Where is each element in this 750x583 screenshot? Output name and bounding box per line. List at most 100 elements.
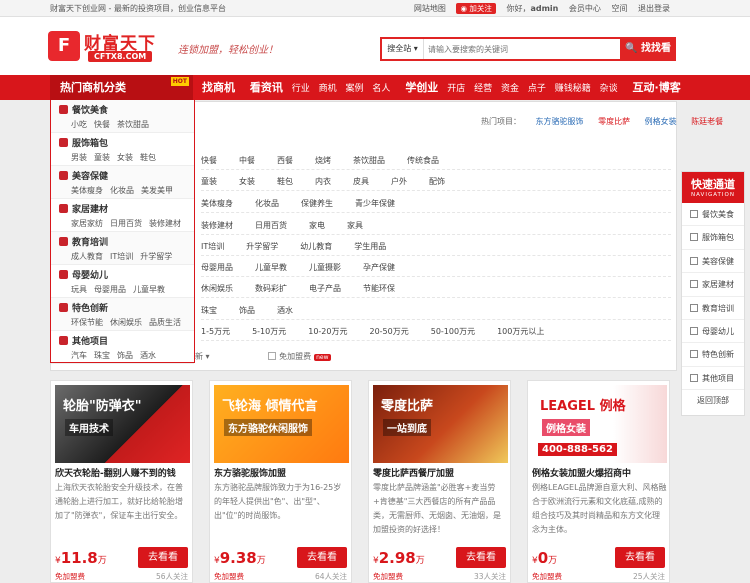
free-fee-checkbox[interactable] [268,352,277,360]
filter-option[interactable]: 母婴用品 [201,263,233,272]
card-image[interactable]: 轮胎"防弹衣" 车用技术 [55,385,190,463]
filter-option[interactable]: 5-10万元 [252,327,286,336]
nav-learn-operate[interactable]: 经营 [474,84,492,94]
category-sub-link[interactable]: 美发美甲 [141,186,173,195]
nav-find-business[interactable]: 找商机 [202,81,235,94]
filter-option[interactable]: IT培训 [201,242,224,251]
nav-learn-tips[interactable]: 赚钱秘籍 [555,84,591,94]
filter-option[interactable]: 家电 [309,221,325,230]
filter-option[interactable]: 数码彩扩 [255,284,287,293]
filter-option[interactable]: 20-50万元 [369,327,408,336]
filter-option[interactable]: 幼儿教育 [300,242,332,251]
filter-option[interactable]: 户外 [391,177,407,186]
filter-option[interactable]: 50-100万元 [431,327,475,336]
category-sub-link[interactable]: 饰品 [117,351,133,360]
category-sub-link[interactable]: 装修建材 [149,219,181,228]
quick-nav-item[interactable]: 餐饮美食 [682,203,744,227]
space-link[interactable]: 空间 [611,4,627,13]
filter-option[interactable]: 节能环保 [363,284,395,293]
logout-link[interactable]: 退出登录 [638,4,670,13]
category-sub-link[interactable]: 鞋包 [140,153,156,162]
category-sub-link[interactable]: 成人教育 [71,252,103,261]
category-title[interactable]: 服饰箱包 [59,136,194,149]
search-button[interactable]: 🔍 找找看 [620,37,676,61]
category-sub-link[interactable]: 化妆品 [110,186,134,195]
hot-project-link[interactable]: 东方骆驼服饰 [536,117,584,126]
category-sub-link[interactable]: 升学留学 [140,252,172,261]
filter-option[interactable]: 100万元以上 [497,327,544,336]
category-title[interactable]: 母婴幼儿 [59,268,194,281]
hot-category-menu[interactable]: 热门商机分类 HOT [50,75,193,100]
filter-option[interactable]: 配饰 [429,177,445,186]
quick-nav-item[interactable]: 美容保健 [682,250,744,274]
filter-option[interactable]: 中餐 [239,156,255,165]
filter-option[interactable]: 传统食品 [407,156,439,165]
site-map-link[interactable]: 网站地图 [414,4,446,13]
sort-label[interactable]: 新 [195,352,203,361]
category-sub-link[interactable]: IT培训 [110,252,133,261]
nav-learn-shop[interactable]: 开店 [447,84,465,94]
category-sub-link[interactable]: 休闲娱乐 [110,318,142,327]
nav-learn-ideas[interactable]: 点子 [528,84,546,94]
quick-nav-item[interactable]: 家居建材 [682,273,744,297]
filter-option[interactable]: 1-5万元 [201,327,230,336]
card-view-button[interactable]: 去看看 [297,547,347,568]
category-title[interactable]: 家居建材 [59,202,194,215]
category-sub-link[interactable]: 汽车 [71,351,87,360]
filter-option[interactable]: 学生用品 [354,242,386,251]
card-image[interactable]: 飞轮海 倾情代言 东方骆驼休闲服饰 [214,385,349,463]
filter-option[interactable]: 酒水 [277,306,293,315]
nav-learn-funding[interactable]: 资金 [501,84,519,94]
search-category-select[interactable]: 搜全站 ▾ [382,39,424,59]
filter-option[interactable]: 孕产保健 [363,263,395,272]
quick-nav-item[interactable]: 其他项目 [682,367,744,391]
category-sub-link[interactable]: 珠宝 [94,351,110,360]
filter-option[interactable]: 珠宝 [201,306,217,315]
filter-option[interactable]: 快餐 [201,156,217,165]
filter-option[interactable]: 内衣 [315,177,331,186]
weibo-follow-button[interactable]: ◉ 加关注 [456,3,496,14]
category-sub-link[interactable]: 女装 [117,153,133,162]
filter-option[interactable]: 儿童摄影 [309,263,341,272]
search-input[interactable] [428,41,598,57]
category-sub-link[interactable]: 茶饮甜品 [117,120,149,129]
sort-dropdown-icon[interactable]: ▾ [206,352,210,361]
filter-option[interactable]: 女装 [239,177,255,186]
nav-learn-startup[interactable]: 学创业 [405,81,438,94]
card-title[interactable]: 例格女装加盟火爆招商中 [532,466,667,479]
nav-learn-misc[interactable]: 杂谈 [600,84,618,94]
card-view-button[interactable]: 去看看 [138,547,188,568]
category-sub-link[interactable]: 小吃 [71,120,87,129]
filter-option[interactable]: 皮具 [353,177,369,186]
category-sub-link[interactable]: 酒水 [140,351,156,360]
filter-option[interactable]: 休闲娱乐 [201,284,233,293]
member-center-link[interactable]: 会员中心 [569,4,601,13]
category-title[interactable]: 教育培训 [59,235,194,248]
quick-nav-item[interactable]: 教育培训 [682,297,744,320]
category-sub-link[interactable]: 玩具 [71,285,87,294]
hot-project-link[interactable]: 例格女装 [645,117,677,126]
category-sub-link[interactable]: 母婴用品 [94,285,126,294]
card-view-button[interactable]: 去看看 [615,547,665,568]
category-title[interactable]: 其他项目 [59,334,194,347]
filter-option[interactable]: 美体瘦身 [201,199,233,208]
filter-option[interactable]: 电子产品 [309,284,341,293]
card-image[interactable]: LEAGEL 例格 例格女装 400-888-562 [532,385,667,463]
card-title[interactable]: 东方骆驼服饰加盟 [214,466,349,479]
filter-option[interactable]: 青少年保健 [355,199,395,208]
filter-option[interactable]: 日用百货 [255,221,287,230]
category-title[interactable]: 餐饮美食 [59,103,194,116]
card-view-button[interactable]: 去看看 [456,547,506,568]
filter-option[interactable]: 化妆品 [255,199,279,208]
nav-interact-blog[interactable]: 互动·博客 [633,81,681,94]
quick-nav-item[interactable]: 特色创新 [682,343,744,367]
filter-option[interactable]: 鞋包 [277,177,293,186]
filter-option[interactable]: 茶饮甜品 [353,156,385,165]
quick-nav-item[interactable]: 母婴幼儿 [682,320,744,344]
nav-news-celebrity[interactable]: 名人 [372,84,390,94]
filter-option[interactable]: 保健养生 [301,199,333,208]
username[interactable]: admin [530,4,558,13]
hot-project-link[interactable]: 零度比萨 [598,117,630,126]
filter-option[interactable]: 升学留学 [246,242,278,251]
category-sub-link[interactable]: 美体瘦身 [71,186,103,195]
